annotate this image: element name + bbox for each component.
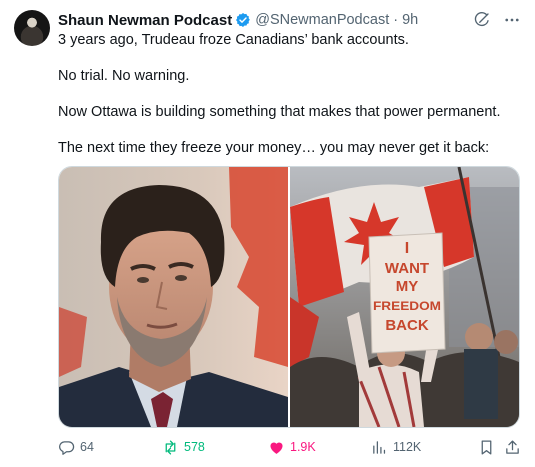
repost-button[interactable]: 578: [162, 436, 205, 458]
view-count: 112K: [393, 440, 422, 454]
separator-dot: ·: [393, 12, 399, 28]
like-button[interactable]: 1.9K: [268, 436, 316, 458]
bookmark-icon: [481, 439, 492, 455]
photo-trudeau: [59, 167, 288, 427]
reply-count: 64: [80, 440, 94, 454]
views-icon: [373, 440, 386, 454]
repost-count: 578: [184, 440, 205, 454]
sign-line: BACK: [385, 317, 428, 334]
like-count: 1.9K: [290, 440, 316, 454]
author-name[interactable]: Shaun Newman Podcast: [58, 12, 232, 29]
tweet-header: Shaun Newman Podcast @SNewmanPodcast · 9…: [58, 9, 521, 31]
media-grid[interactable]: I WANT MY FREEDOM BACK: [58, 166, 520, 428]
bookmark-button[interactable]: [478, 436, 495, 458]
grok-icon[interactable]: [473, 11, 491, 29]
avatar[interactable]: [14, 10, 50, 46]
sign-line: MY: [396, 278, 419, 295]
sign-line: FREEDOM: [373, 299, 441, 313]
more-icon[interactable]: [503, 11, 521, 29]
reply-button[interactable]: 64: [58, 436, 94, 458]
tweet-paragraph: The next time they freeze your money… yo…: [58, 140, 490, 156]
sign-line: I: [405, 240, 409, 257]
post-time[interactable]: 9h: [402, 12, 418, 28]
tweet-text: 3 years ago, Trudeau froze Canadians’ ba…: [58, 31, 521, 175]
tweet-paragraph: Now Ottawa is building something that ma…: [58, 104, 501, 120]
views-button[interactable]: 112K: [371, 436, 421, 458]
verified-icon: [236, 13, 251, 27]
author-handle[interactable]: @SNewmanPodcast: [255, 12, 389, 28]
action-bar: 64 578 1.9K 112K: [58, 436, 523, 458]
repost-icon: [165, 439, 176, 455]
share-icon: [506, 439, 519, 454]
reply-icon: [59, 440, 75, 455]
media-photos: I WANT MY FREEDOM BACK: [59, 167, 519, 427]
share-button[interactable]: [504, 436, 521, 458]
sign-line: WANT: [385, 260, 429, 277]
tweet-paragraph: No trial. No warning.: [58, 68, 190, 84]
header-actions: [473, 11, 521, 29]
photo-protest: [290, 167, 519, 427]
like-icon: [270, 442, 283, 454]
tweet-paragraph: 3 years ago, Trudeau froze Canadians’ ba…: [58, 32, 409, 48]
